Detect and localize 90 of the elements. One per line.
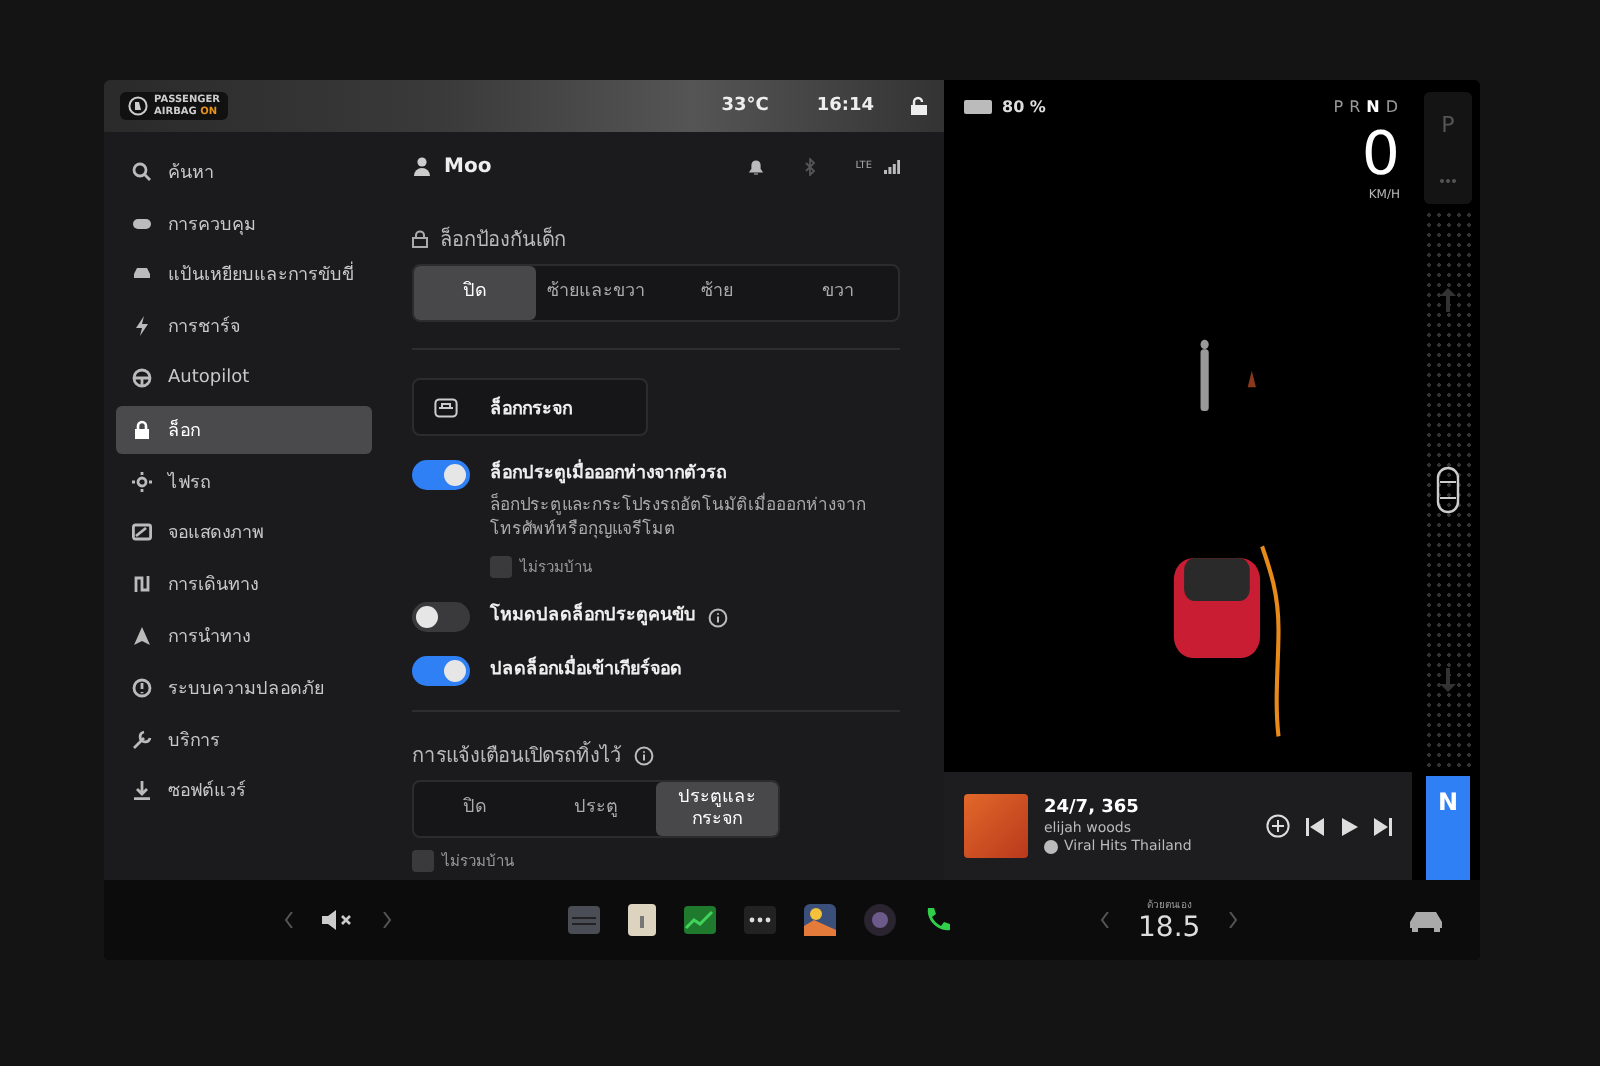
toggle-icon bbox=[132, 213, 152, 234]
lock-icon bbox=[412, 230, 428, 248]
camera-app-icon[interactable] bbox=[864, 904, 896, 936]
sidebar-item[interactable]: การเดินทาง bbox=[116, 560, 372, 609]
sidebar-item[interactable]: การชาร์จ bbox=[116, 302, 372, 351]
navigation-arrow-icon bbox=[132, 626, 152, 647]
seat-icon bbox=[128, 96, 148, 116]
open-alert-label: การแจ้งเตือนเปิดรถทิ้งไว้ bbox=[412, 740, 622, 770]
search-icon bbox=[132, 161, 152, 182]
bolt-icon bbox=[132, 316, 152, 337]
sidebar-item[interactable]: จอแสดงภาพ bbox=[116, 509, 372, 557]
chevron-right-icon[interactable] bbox=[1228, 912, 1239, 928]
steering-wheel-icon bbox=[132, 368, 152, 389]
toggle-label: ปลดล็อกเมื่อเข้าเกียร์จอด bbox=[490, 656, 682, 686]
outside-temperature: 33°C bbox=[721, 96, 769, 116]
route-icon bbox=[132, 574, 152, 595]
clock: 16:14 bbox=[816, 96, 874, 116]
photo-app-icon[interactable] bbox=[804, 904, 836, 936]
wrench-icon bbox=[132, 729, 152, 750]
toggle-label: โหมดปลดล็อกประตูคนขับ bbox=[490, 602, 696, 630]
toggle-label: ล็อกประตูเมื่อออกห่างจากตัวรถ bbox=[490, 460, 726, 490]
toggle-switch[interactable] bbox=[412, 602, 470, 632]
down-arrow-icon bbox=[1440, 668, 1456, 693]
profile-name[interactable]: Moo bbox=[444, 155, 492, 177]
battery-percentage: 80 % bbox=[1002, 98, 1046, 116]
unlock-icon[interactable] bbox=[910, 96, 928, 116]
checkbox[interactable] bbox=[412, 849, 434, 871]
song-title: 24/7, 365 bbox=[1044, 798, 1141, 818]
sidebar-item[interactable]: Autopilot bbox=[116, 354, 372, 402]
car-icon bbox=[1436, 465, 1460, 514]
more-apps-icon[interactable] bbox=[744, 906, 776, 934]
gear-indicator: D bbox=[1385, 98, 1400, 116]
segment-option[interactable]: ปิด bbox=[414, 266, 535, 320]
sidebar-item[interactable]: ไฟรถ bbox=[116, 457, 372, 506]
gear-indicator: N bbox=[1366, 98, 1382, 116]
next-button[interactable] bbox=[1374, 817, 1392, 835]
segment-option[interactable]: ซ้ายและขวา bbox=[535, 266, 656, 320]
add-button[interactable] bbox=[1266, 814, 1290, 838]
phone-icon[interactable] bbox=[924, 906, 952, 934]
segment-option[interactable]: ขวา bbox=[777, 266, 898, 320]
traffic-cone-icon bbox=[1247, 370, 1256, 388]
lock-icon bbox=[132, 419, 152, 440]
info-icon[interactable] bbox=[708, 607, 728, 627]
segment-option[interactable]: ประตูและกระจก bbox=[656, 782, 779, 836]
sidebar-item[interactable]: ซอฟต์แวร์ bbox=[116, 767, 372, 815]
signal-icon bbox=[884, 158, 900, 174]
gear-indicator: R bbox=[1349, 98, 1363, 116]
sidebar-item[interactable]: ค้นหา bbox=[116, 148, 372, 196]
segment-option[interactable]: ประตู bbox=[535, 782, 657, 836]
notebook-app-icon[interactable] bbox=[628, 904, 656, 936]
sidebar-item[interactable]: บริการ bbox=[116, 715, 372, 764]
chart-app-icon[interactable] bbox=[684, 906, 716, 934]
bell-icon[interactable] bbox=[747, 157, 764, 175]
sidebar-item[interactable]: การควบคุม bbox=[116, 199, 372, 248]
segment-option[interactable]: ซ้าย bbox=[656, 266, 777, 320]
car-drawing bbox=[1173, 558, 1261, 658]
mute-icon[interactable] bbox=[322, 910, 354, 930]
previous-button[interactable] bbox=[1306, 817, 1324, 835]
sidebar-item[interactable]: แป้นเหยียบและการขับขี่ bbox=[116, 251, 372, 299]
battery-icon bbox=[964, 100, 992, 114]
chevron-left-icon[interactable] bbox=[1100, 912, 1110, 928]
sidebar-item[interactable]: การนำทาง bbox=[116, 612, 372, 660]
album-art bbox=[964, 794, 1028, 858]
toggle-switch[interactable] bbox=[412, 460, 470, 490]
up-arrow-icon bbox=[1440, 287, 1456, 312]
window-icon bbox=[434, 397, 458, 417]
display-icon bbox=[132, 522, 152, 543]
car-icon[interactable] bbox=[1408, 909, 1444, 931]
chevron-left-icon[interactable] bbox=[284, 912, 294, 928]
toggle-description: ล็อกประตูและกระโปรงรถอัตโนมัติเมื่อออกห่างจากโทรศัพท์หรือกุญแจรีโมต bbox=[490, 494, 868, 542]
play-button[interactable] bbox=[1340, 817, 1358, 835]
segment-option[interactable]: ปิด bbox=[414, 782, 536, 836]
pedestrian-icon bbox=[1200, 339, 1209, 411]
chevron-right-icon[interactable] bbox=[382, 912, 392, 928]
source-icon bbox=[1044, 839, 1058, 853]
dots-icon bbox=[1440, 178, 1456, 184]
checkbox[interactable] bbox=[490, 555, 512, 577]
alert-icon bbox=[132, 677, 152, 698]
info-icon[interactable] bbox=[634, 745, 654, 765]
child-lock-label: ล็อกป้องกันเด็ก bbox=[440, 224, 566, 254]
sidebar-item[interactable]: ระบบความปลอดภัย bbox=[116, 663, 372, 712]
download-icon bbox=[132, 780, 152, 801]
gear-indicator: P bbox=[1333, 98, 1346, 116]
neutral-gear-button[interactable]: N bbox=[1426, 776, 1470, 880]
window-lock-button[interactable]: ล็อกกระจก bbox=[412, 378, 648, 436]
speed-value: 0 bbox=[1361, 124, 1400, 188]
toggle-switch[interactable] bbox=[412, 656, 470, 686]
sidebar-item[interactable]: ล็อก bbox=[116, 405, 372, 454]
sun-icon bbox=[132, 471, 152, 492]
person-icon bbox=[412, 156, 432, 176]
